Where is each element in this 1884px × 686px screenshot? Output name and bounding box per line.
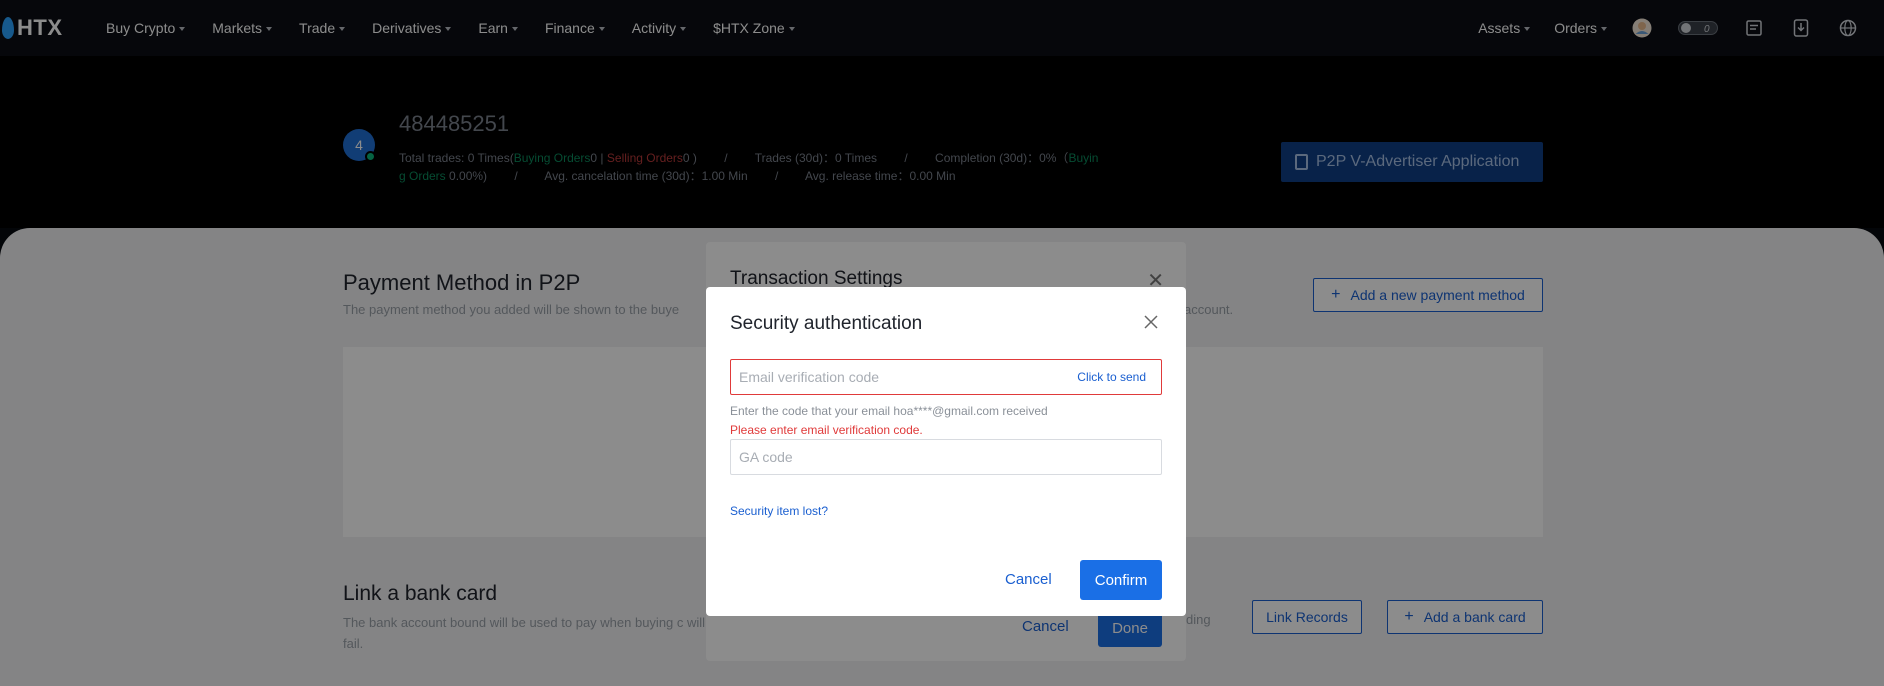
- email-code-input[interactable]: [739, 360, 1059, 394]
- security-item-lost-link[interactable]: Security item lost?: [730, 504, 828, 518]
- email-verification-field: Click to send: [730, 359, 1162, 395]
- security-authentication-modal: Security authentication Click to send En…: [706, 287, 1186, 616]
- close-icon[interactable]: [1143, 314, 1159, 330]
- confirm-button[interactable]: Confirm: [1080, 560, 1162, 600]
- send-code-link[interactable]: Click to send: [1077, 370, 1146, 384]
- email-error-message: Please enter email verification code.: [730, 423, 923, 437]
- cancel-button[interactable]: Cancel: [1005, 571, 1052, 588]
- security-authentication-title: Security authentication: [730, 313, 923, 334]
- email-hint-text: Enter the code that your email hoa****@g…: [730, 404, 1048, 418]
- ga-code-field: [730, 439, 1162, 475]
- ga-code-input[interactable]: [739, 440, 1139, 474]
